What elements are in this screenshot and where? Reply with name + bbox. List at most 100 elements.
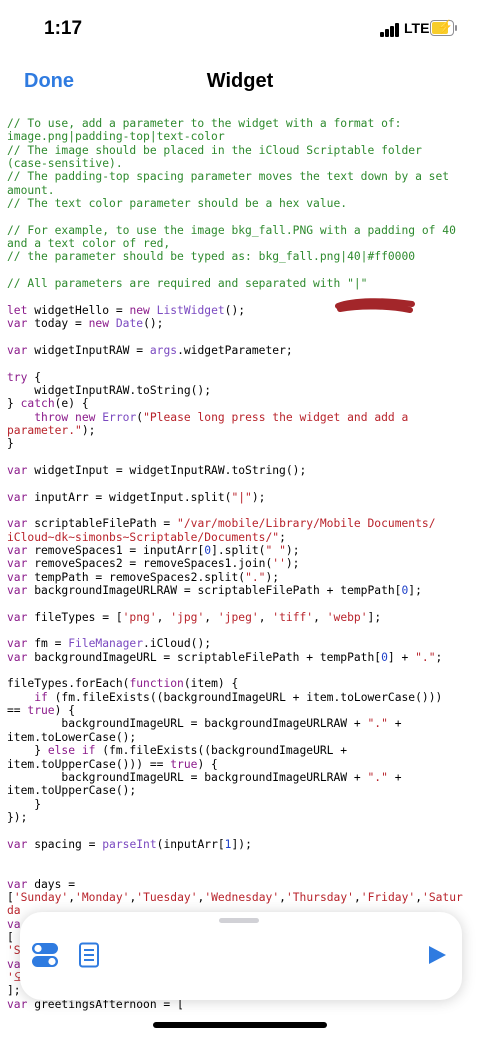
code-line: } else if (fm.fileExists((backgroundImag… [7,744,475,757]
code-token: 'Wednesday' [204,890,280,904]
code-token: iCloud~dk~simonbs~Scriptable/Documents/" [7,530,280,544]
navigation-bar: Done Widget [0,58,480,110]
code-token: (fm.fileExists((backgroundImageURL + [95,744,348,758]
code-token: 'webp' [326,610,368,624]
code-token: (inputArr[ [156,837,225,851]
code-token: inputArr = widgetInput.split( [27,490,232,504]
code-line: iCloud~dk~simonbs~Scriptable/Documents/"… [7,531,475,544]
code-editor[interactable]: // To use, add a parameter to the widget… [7,117,475,1011]
code-token: removeSpaces2 = removeSpaces1.join( [27,557,273,571]
code-token: true [170,757,198,771]
code-line: amount. [7,184,475,197]
code-token: backgroundImageURL = scriptableFilePath … [27,650,382,664]
code-token: == [7,704,28,718]
code-token: 'jpeg' [217,610,259,624]
code-token: (fm.fileExists((backgroundImageURL + ite… [47,690,443,704]
code-token: ) { [54,704,76,718]
code-line: var backgroundImageURL = scriptableFileP… [7,651,475,664]
code-line: // To use, add a parameter to the widget… [7,117,475,130]
code-token: catch [20,397,55,411]
document-icon[interactable] [78,942,100,968]
code-token: if [34,690,48,704]
settings-toggle-icon[interactable] [30,940,60,970]
code-token: var [7,544,28,557]
code-token: } [7,744,48,758]
code-token: var [7,463,28,477]
code-line: == true) { [7,704,475,717]
code-line: var tempPath = removeSpaces2.split("."); [7,571,475,584]
code-token: var [7,997,28,1011]
code-token: var [7,557,28,571]
code-line: backgroundImageURL = backgroundImageURLR… [7,771,475,784]
code-line: and a text color of red, [7,237,475,250]
code-token: (case-sensitive). [7,157,123,171]
code-line: var fileTypes = ['png', 'jpg', 'jpeg', '… [7,611,475,624]
code-token: widgetHello = [27,303,130,317]
code-token: , [204,610,218,624]
code-line: ['Sunday','Monday','Tuesday','Wednesday'… [7,891,475,904]
code-token: 'jpg' [170,610,205,624]
code-token: // To use, add a parameter to the widget… [7,117,402,130]
code-token: ); [265,570,280,584]
code-line: try { [7,371,475,384]
code-token: } [7,397,21,411]
code-line: var spacing = parseInt(inputArr[1]); [7,838,475,851]
code-token: (item) { [183,677,239,691]
code-token: ; [435,650,443,664]
code-token: "/var/mobile/Library/Mobile Documents/ [177,517,436,531]
code-token: , [279,890,286,904]
code-token: fileTypes.forEach( [7,677,130,691]
code-token: da [7,904,21,918]
code-token: } [7,797,42,811]
code-token: 'Thursday' [285,890,354,904]
code-line: (case-sensitive). [7,157,475,170]
status-bar: 1:17 LTE ⚡ [0,0,480,58]
home-indicator [153,1022,327,1028]
code-token: widgetInput = widgetInputRAW.toString(); [27,463,307,477]
code-token: fileTypes = [ [27,610,123,624]
done-button[interactable]: Done [24,70,74,93]
redaction-mark [335,298,415,313]
code-token: var [7,490,28,504]
code-line: } [7,437,475,450]
play-icon[interactable] [426,944,448,966]
code-token: var [7,837,28,851]
code-token: [ [7,930,14,944]
code-token: Error [102,410,137,424]
code-line: // The padding-top spacing parameter mov… [7,170,475,183]
code-token: parseInt [102,837,157,851]
code-token: + [387,770,402,784]
drag-handle[interactable] [219,918,259,923]
code-line: var removeSpaces1 = inputArr[0].split(" … [7,544,475,557]
network-type: LTE [404,20,430,36]
code-token: else if [47,744,96,758]
charging-bolt-icon: ⚡ [437,19,454,34]
code-token: ]; [367,610,382,624]
code-token: "." [415,650,436,664]
status-time: 1:17 [44,18,83,39]
code-token: , [353,890,361,904]
code-line: var scriptableFilePath = "/var/mobile/Li… [7,517,475,530]
code-token: va [7,917,21,931]
code-token: scriptableFilePath = [27,517,178,531]
code-line: }); [7,811,475,824]
code-line: } [7,798,475,811]
code-token: , [415,890,423,904]
code-token: // the parameter should be typed as: bkg… [7,250,416,264]
code-line: fileTypes.forEach(function(item) { [7,677,475,690]
code-token: var [7,317,28,331]
code-token: 'S [7,944,21,958]
code-token: removeSpaces1 = inputArr[ [27,544,205,557]
code-token: // The padding-top spacing parameter mov… [7,170,450,184]
code-token: , [156,610,171,624]
code-line: // The text color parameter should be a … [7,197,475,210]
code-token: Date [115,317,144,331]
cellular-signal-icon [380,23,402,37]
code-line: var widgetInputRAW = args.widgetParamete… [7,344,475,357]
battery-icon: ⚡ [430,19,457,36]
